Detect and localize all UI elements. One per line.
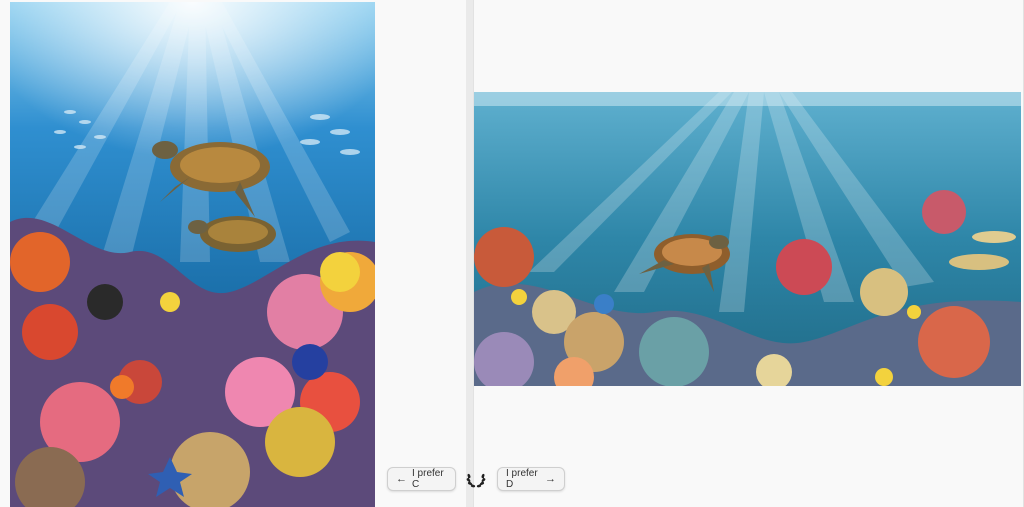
pane-divider[interactable] — [466, 0, 473, 507]
prefer-d-button[interactable]: I prefer D → — [497, 467, 565, 491]
image-d — [474, 92, 1021, 386]
prefer-c-label: I prefer C — [412, 468, 444, 490]
prefer-d-label: I prefer D — [506, 468, 538, 490]
prefer-c-button[interactable]: ← I prefer C — [387, 467, 456, 491]
image-c — [10, 2, 375, 507]
arrow-left-icon: ← — [396, 472, 407, 485]
arrow-right-icon: → — [545, 472, 556, 485]
laurel-icon[interactable] — [464, 467, 488, 491]
comparison-frame: ← I prefer C I prefer D → — [0, 0, 1024, 507]
